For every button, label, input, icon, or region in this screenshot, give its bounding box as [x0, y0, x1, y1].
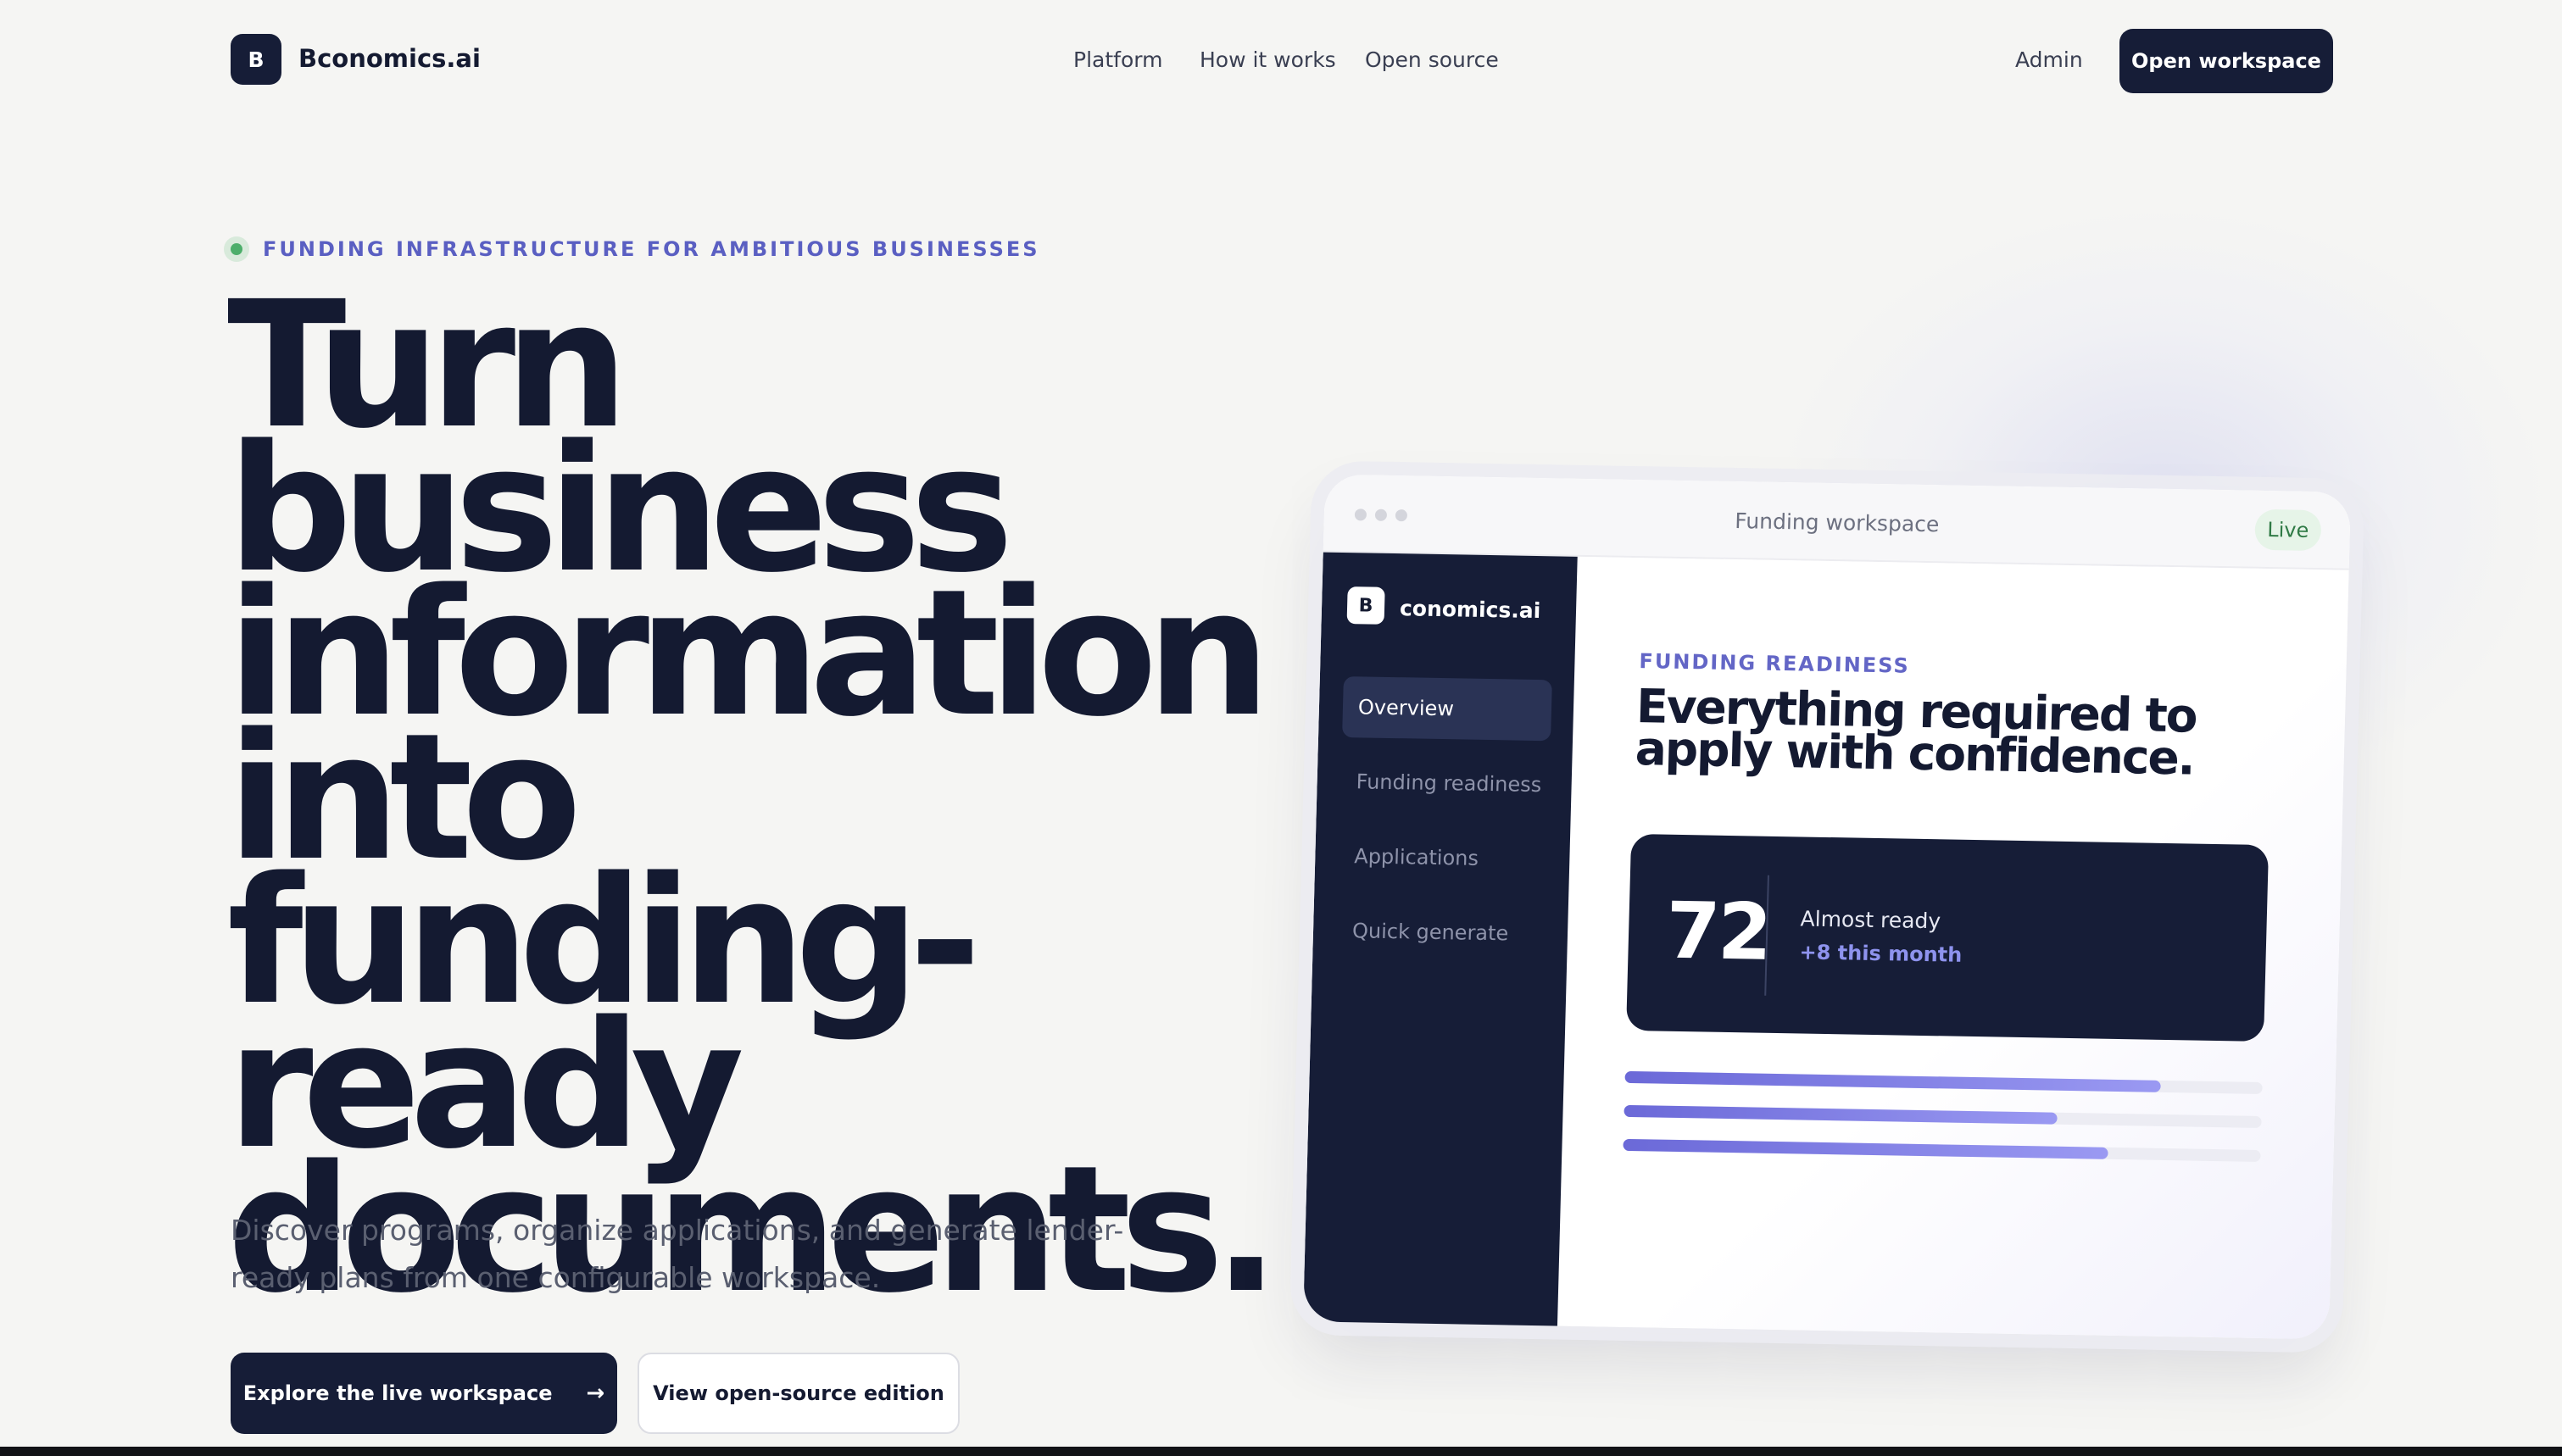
hero-subtitle: Discover programs, organize applications…	[231, 1214, 1124, 1294]
progress-bar	[1623, 1138, 2261, 1162]
explore-live-workspace-button[interactable]: Explore the live workspace →	[231, 1353, 617, 1434]
nav-link-platform[interactable]: Platform	[1073, 47, 1162, 72]
workspace-preview: Funding workspace Live B conomics.ai Ove…	[1302, 474, 2352, 1340]
progress-fill	[1623, 1138, 2108, 1159]
funding-readiness-label: FUNDING READINESS	[1639, 649, 1911, 678]
nav-link-open-source[interactable]: Open source	[1365, 47, 1499, 72]
admin-link[interactable]: Admin	[2015, 47, 2083, 72]
preview-main: FUNDING READINESS Everything required to…	[1558, 556, 2349, 1340]
nav-link-how-it-works[interactable]: How it works	[1200, 47, 1336, 72]
progress-fill	[1624, 1070, 2161, 1092]
readiness-delta: +8 this month	[1799, 940, 1963, 967]
live-badge: Live	[2254, 508, 2322, 552]
status-dot-icon	[224, 236, 249, 262]
view-open-source-button[interactable]: View open-source edition	[638, 1353, 960, 1434]
preview-logo-icon: B	[1346, 586, 1385, 625]
readiness-score-card: 72 Almost ready +8 this month	[1626, 833, 2270, 1042]
preview-sidebar: B conomics.ai Overview Funding readiness…	[1302, 552, 1578, 1328]
readiness-score: 72	[1664, 885, 1771, 978]
explore-button-label: Explore the live workspace	[242, 1381, 553, 1405]
hero-headline: Turn business information into funding-r…	[227, 264, 1279, 1331]
sidebar-item-overview[interactable]: Overview	[1342, 676, 1552, 742]
brand-logo-icon[interactable]: B	[231, 34, 281, 85]
sidebar-item-applications[interactable]: Applications	[1338, 825, 1548, 890]
arrow-right-icon: →	[586, 1381, 605, 1406]
bottom-edge	[0, 1447, 2562, 1456]
hero-eyebrow: FUNDING INFRASTRUCTURE FOR AMBITIOUS BUS…	[263, 237, 1040, 261]
progress-bar	[1624, 1070, 2263, 1094]
preview-brand: conomics.ai	[1399, 596, 1541, 624]
progress-fill	[1624, 1104, 2058, 1125]
brand-name[interactable]: Bconomics.ai	[298, 44, 481, 73]
open-workspace-button[interactable]: Open workspace	[2119, 29, 2333, 93]
progress-bar	[1624, 1104, 2262, 1128]
readiness-status: Almost ready	[1800, 906, 1941, 934]
sidebar-item-quick-generate[interactable]: Quick generate	[1336, 900, 1546, 964]
preview-heading: Everything required to apply with confid…	[1634, 679, 2197, 786]
preview-window-title: Funding workspace	[1734, 508, 1940, 537]
sidebar-item-funding-readiness[interactable]: Funding readiness	[1340, 751, 1551, 815]
preview-window: Funding workspace Live B conomics.ai Ove…	[1302, 474, 2352, 1340]
